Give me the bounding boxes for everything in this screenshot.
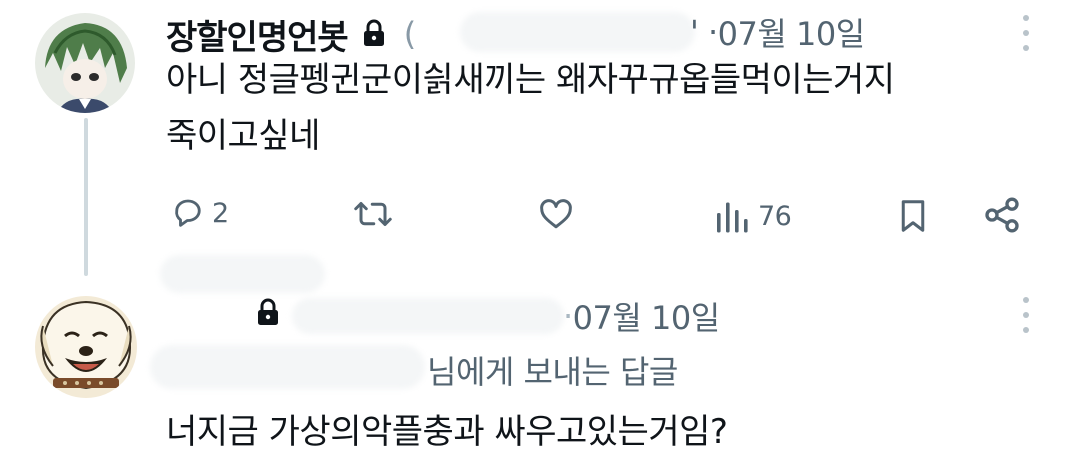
redacted-handle [292, 298, 564, 334]
views-count: 76 [758, 200, 792, 232]
bookmark-button[interactable] [895, 197, 931, 235]
lock-icon [362, 19, 386, 51]
post-date[interactable]: 07월 10일 [718, 9, 866, 55]
avatar[interactable] [35, 13, 135, 113]
redacted-handle [460, 12, 695, 52]
date-separator: · [563, 297, 573, 335]
thread-line [84, 118, 88, 276]
redacted-display-name [160, 255, 325, 293]
analytics-icon [717, 202, 748, 233]
tweet-text: 너지금 가상의악플충과 싸우고있는거임? [166, 412, 728, 452]
views-button[interactable]: 76 [712, 198, 792, 234]
tweet-text-line-2: 죽이고싶네 [166, 116, 320, 156]
bookmark-icon [901, 200, 925, 232]
lock-icon [256, 298, 280, 330]
reply-to-label[interactable]: 님에게 보내는 답글 [427, 347, 678, 393]
share-icon [985, 197, 1019, 233]
reply-count: 2 [212, 197, 229, 229]
reply-button[interactable]: 2 [170, 195, 229, 231]
handle-prefix: ( [403, 15, 416, 53]
comment-icon [175, 199, 201, 227]
tweet-text-line-1: 아니 정글펭귄군이싉새끼는 왜자꾸규옵들먹이는거지 [166, 60, 895, 100]
post-date[interactable]: 07월 10일 [573, 293, 721, 339]
date-separator: ' · [690, 13, 718, 51]
share-button[interactable] [982, 195, 1022, 235]
heart-icon [540, 199, 572, 229]
like-button[interactable] [537, 196, 575, 232]
avatar[interactable] [35, 296, 137, 398]
retweet-icon [354, 202, 392, 226]
redacted-reply-handle [150, 345, 425, 389]
retweet-button[interactable] [353, 196, 393, 232]
more-vertical-icon[interactable] [1022, 15, 1030, 51]
more-vertical-icon[interactable] [1022, 297, 1030, 333]
